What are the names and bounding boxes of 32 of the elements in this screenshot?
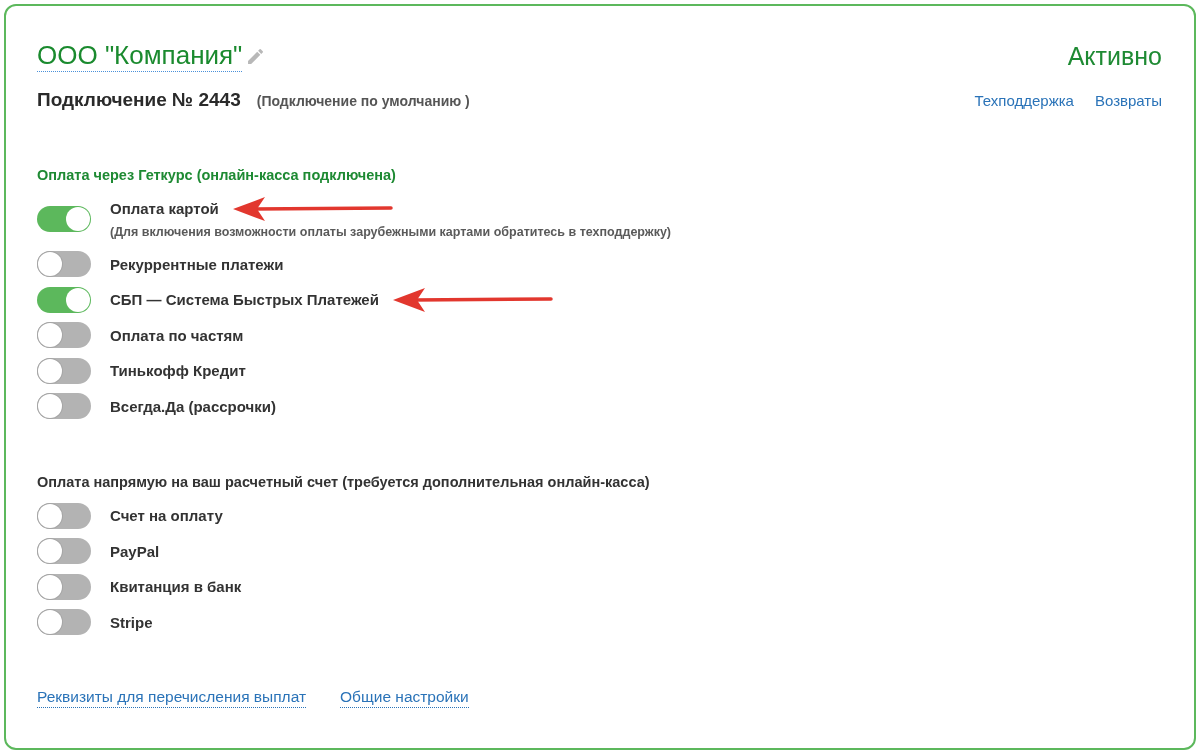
toggle-switch[interactable]	[37, 286, 91, 313]
company-name[interactable]: ООО "Компания"	[37, 40, 243, 72]
header-link[interactable]: Возвраты	[1094, 91, 1162, 109]
status-text: Активно	[1067, 41, 1162, 71]
toggle-switch[interactable]	[37, 573, 91, 600]
footer-link[interactable]: Общие настройки	[340, 686, 469, 708]
section-heading: Оплата напрямую на ваш расчетный счет (требуется дополнительная онлайн-касса)	[37, 473, 651, 492]
toggle-switch[interactable]	[37, 538, 91, 564]
toggle-switch[interactable]	[37, 322, 91, 348]
option-label: PayPal	[110, 542, 160, 560]
connection-title: Подключение № 2443	[37, 89, 241, 111]
footer-link[interactable]: Реквизиты для перечисления выплат	[37, 686, 307, 708]
connection-note: (Подключение по умолчанию )	[256, 93, 470, 109]
toggle-switch[interactable]	[37, 251, 91, 277]
toggle-switch[interactable]	[37, 205, 91, 232]
section-heading: Оплата через Геткурс (онлайн-касса подключена)	[37, 166, 397, 185]
option-label: Stripe	[110, 613, 153, 631]
option-label: Счет на оплату	[110, 507, 223, 524]
option-note: (Для включения возможности оплаты зарубежными картами обратитесь в техподдержку)	[110, 223, 672, 241]
toggle-switch[interactable]	[37, 393, 91, 419]
toggle-switch[interactable]	[37, 609, 91, 635]
toggle-switch[interactable]	[37, 357, 91, 384]
option-label: Квитанция в банк	[110, 578, 242, 595]
option-label: Оплата по частям	[110, 326, 244, 344]
option-label: СБП — Система Быстрых Платежей	[110, 291, 379, 308]
toggle-switch[interactable]	[37, 502, 91, 529]
option-label: Рекуррентные платежи	[110, 255, 284, 273]
pencil-icon[interactable]	[248, 48, 264, 64]
option-label: Тинькофф Кредит	[110, 362, 246, 379]
header-link[interactable]: Техподдержка	[974, 91, 1074, 109]
option-label: Всегда.Да (рассрочки)	[110, 397, 276, 415]
option-label: Оплата картой	[110, 200, 219, 217]
